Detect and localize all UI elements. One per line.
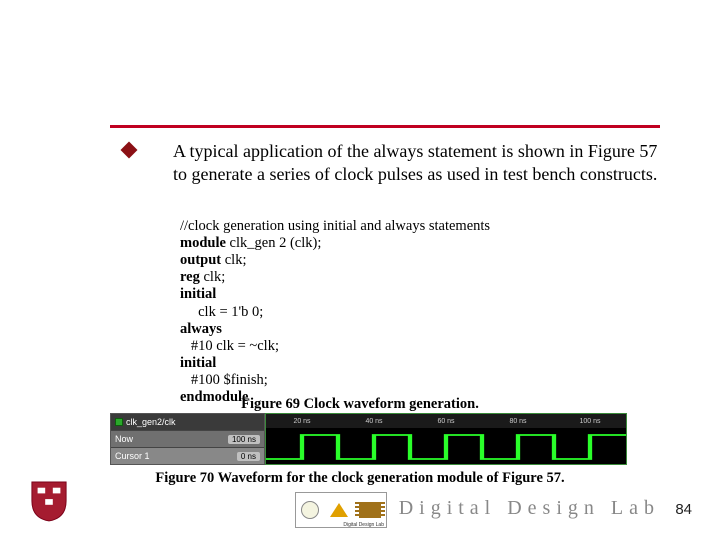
kw-output: output xyxy=(180,252,221,268)
now-label: Now xyxy=(115,434,133,444)
figure-70-caption: Figure 70 Waveform for the clock generat… xyxy=(0,470,720,487)
waveform-viewer: clk_gen2/clk Now 100 ns Cursor 1 0 ns 20… xyxy=(110,413,627,465)
kw-initial-2: initial xyxy=(180,355,216,371)
kw-always: always xyxy=(180,321,222,337)
bullet-block: A typical application of the always stat… xyxy=(145,140,660,185)
logo-circle-icon xyxy=(301,501,319,519)
diamond-bullet-icon xyxy=(121,142,138,159)
tick-20: 20 ns xyxy=(266,418,338,425)
clk-waveform xyxy=(266,432,626,462)
kw-module: module xyxy=(180,235,226,251)
tick-60: 60 ns xyxy=(410,418,482,425)
lab-logo-icon: Digital Design Lab xyxy=(295,492,387,528)
signal-name: clk_gen2/clk xyxy=(126,417,176,427)
figure-69-caption: Figure 69 Clock waveform generation. xyxy=(0,396,720,413)
bullet-text: A typical application of the always stat… xyxy=(173,141,657,184)
waveform-plot: 20 ns 40 ns 60 ns 80 ns 100 ns xyxy=(265,413,627,465)
cursor-value: 0 ns xyxy=(237,452,260,461)
tick-100: 100 ns xyxy=(554,418,626,425)
tick-40: 40 ns xyxy=(338,418,410,425)
now-value: 100 ns xyxy=(228,435,260,444)
footer-title: Digital Design Lab xyxy=(399,497,660,520)
signal-dot-icon xyxy=(115,418,123,426)
header-rule xyxy=(110,125,660,128)
waveform-row-now: Now 100 ns xyxy=(111,431,264,448)
kw-reg: reg xyxy=(180,269,200,285)
waveform-row-clk: clk_gen2/clk xyxy=(111,414,264,431)
logo-chip-icon xyxy=(359,502,381,518)
waveform-row-cursor: Cursor 1 0 ns xyxy=(111,448,264,464)
waveform-timescale: 20 ns 40 ns 60 ns 80 ns 100 ns xyxy=(266,414,626,428)
harvard-shield-icon xyxy=(30,480,68,522)
logo-subtitle: Digital Design Lab xyxy=(343,522,384,528)
tick-80: 80 ns xyxy=(482,418,554,425)
waveform-signal-list: clk_gen2/clk Now 100 ns Cursor 1 0 ns xyxy=(110,413,265,465)
code-listing: //clock generation using initial and alw… xyxy=(180,218,490,406)
code-finish-body: #100 $finish; xyxy=(180,372,490,389)
page-number: 84 xyxy=(675,501,692,518)
code-comment: //clock generation using initial and alw… xyxy=(180,218,490,235)
kw-initial-1: initial xyxy=(180,286,216,302)
code-init-body: clk = 1'b 0; xyxy=(180,304,490,321)
logo-triangle-icon xyxy=(330,503,348,517)
cursor-label: Cursor 1 xyxy=(115,451,150,461)
code-always-body: #10 clk = ~clk; xyxy=(180,338,490,355)
